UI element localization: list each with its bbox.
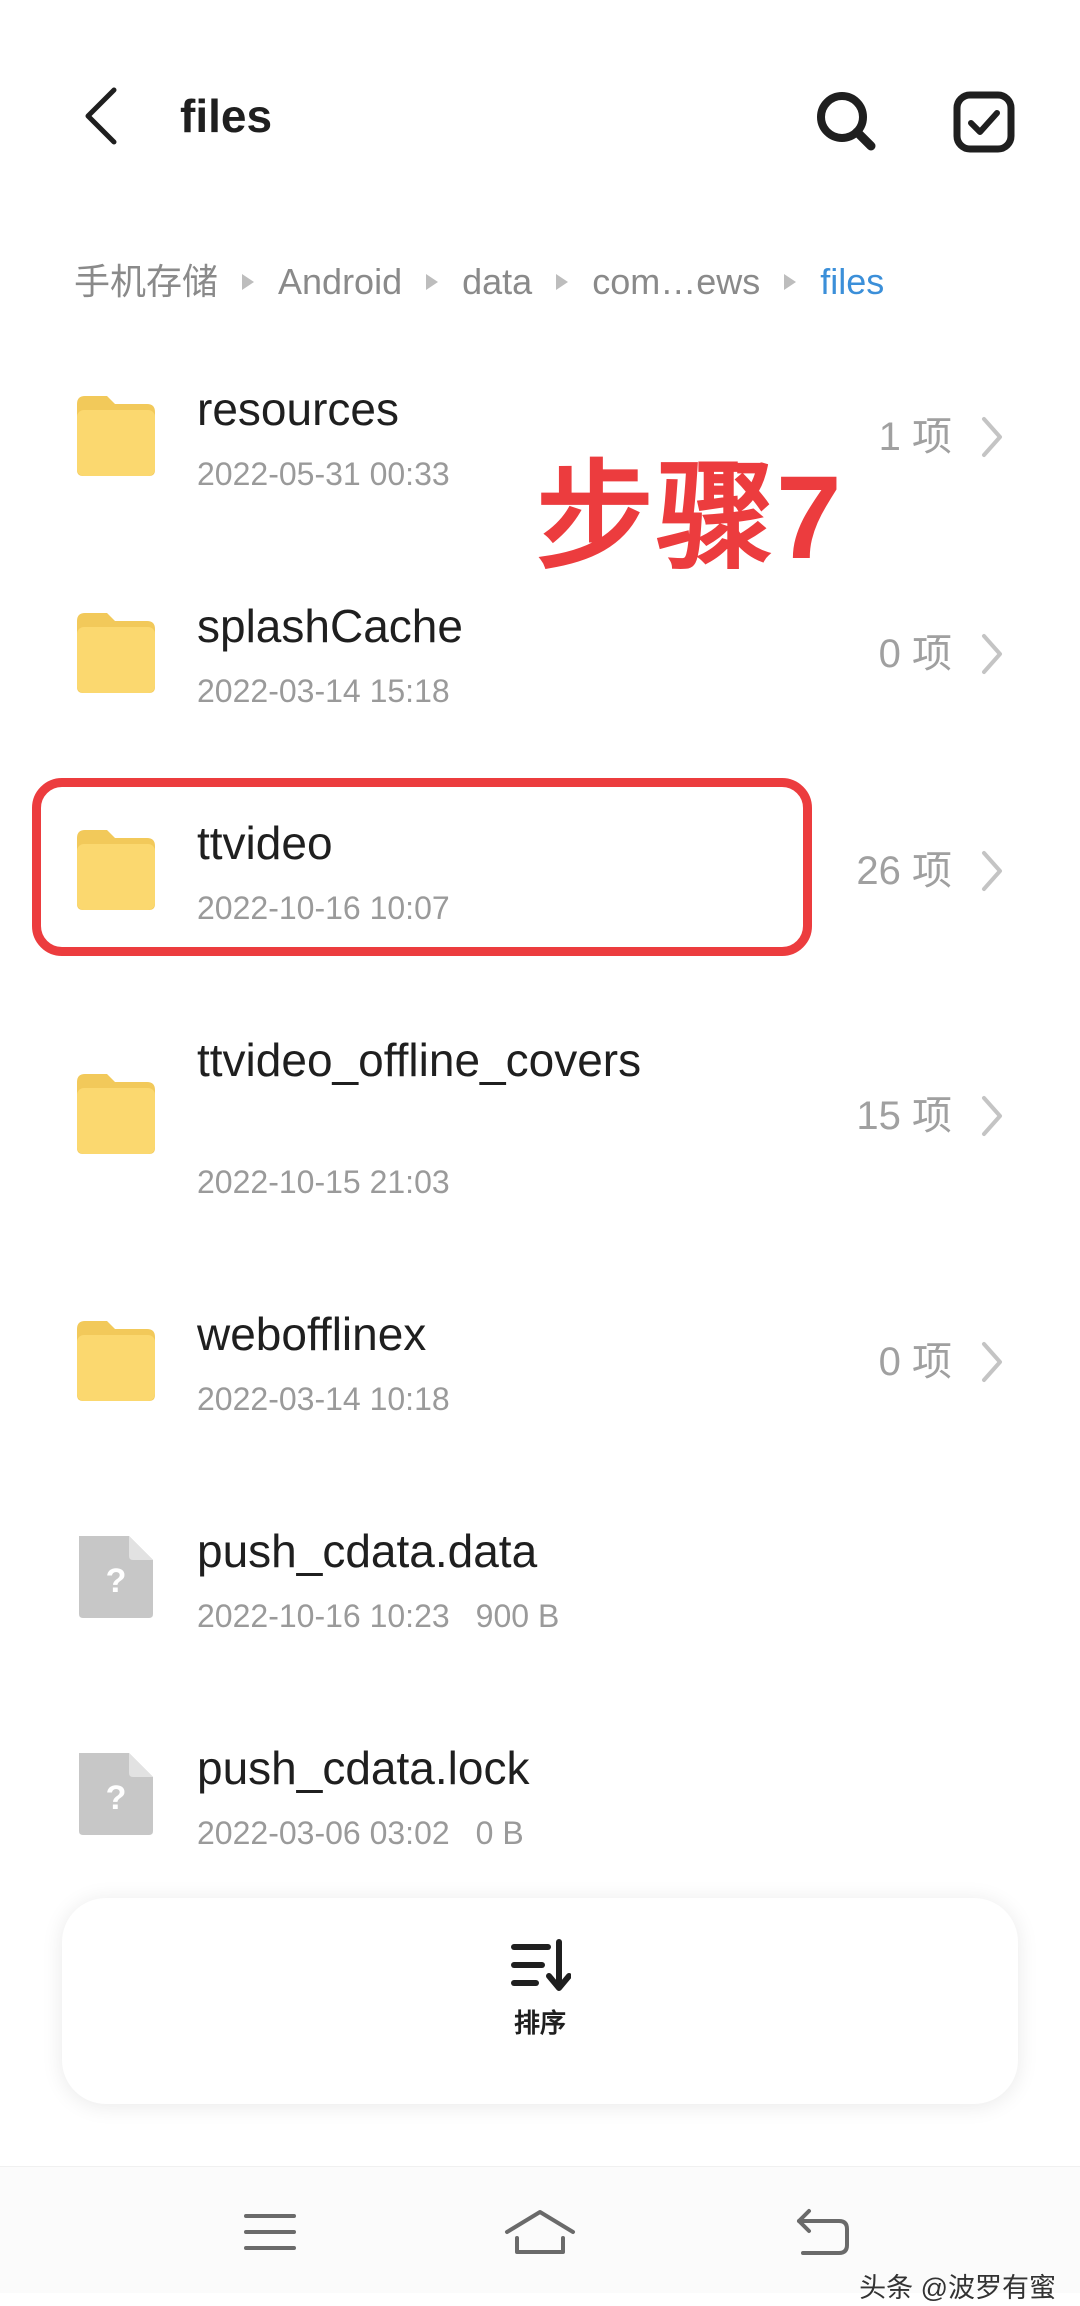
item-date-text: 2022-10-16 10:23 (197, 1598, 450, 1634)
breadcrumb-separator-icon (556, 274, 569, 290)
menu-icon (244, 2214, 296, 2250)
chevron-right-icon (982, 417, 1002, 457)
item-size: 0 B (475, 1815, 524, 1851)
list-item-folder[interactable]: ttvideo_offline_covers 2022-10-15 21:03 … (0, 1006, 1080, 1280)
back-icon (797, 2209, 849, 2255)
sort-icon (511, 1939, 571, 1991)
app-header: files (0, 0, 1080, 235)
search-button[interactable] (805, 80, 885, 160)
sort-button[interactable]: 排序 (480, 1938, 600, 2068)
watermark-text: 头条 @波罗有蜜 (859, 2273, 1056, 2303)
item-count: 26 项 (856, 849, 952, 893)
chevron-right-icon (982, 634, 1002, 674)
folder-icon (77, 1321, 155, 1401)
item-name: resources (197, 383, 399, 435)
back-button[interactable] (60, 70, 140, 162)
item-date-text: 2022-03-14 15:18 (197, 673, 450, 709)
item-meta: 2022-03-06 03:02 0 B (197, 1812, 524, 1854)
item-count: 1 项 (878, 415, 952, 459)
item-date-text: 2022-03-06 03:02 (197, 1815, 450, 1851)
item-name: ttvideo (197, 817, 333, 869)
folder-icon (77, 613, 155, 693)
breadcrumb-separator-icon (426, 274, 439, 290)
search-icon (817, 92, 876, 151)
item-name: ttvideo_offline_covers (197, 1034, 642, 1086)
unknown-file-icon: ? (79, 1753, 153, 1835)
chevron-right-icon (982, 851, 1002, 891)
file-list: resources 2022-05-31 00:33 1 项 splashCac… (0, 355, 1080, 1931)
item-name: webofflinex (197, 1308, 427, 1360)
breadcrumb-item-storage[interactable]: 手机存储 (74, 258, 218, 306)
item-date-text: 2022-05-31 00:33 (197, 456, 450, 492)
chevron-right-icon (982, 1342, 1002, 1382)
folder-icon (77, 830, 155, 910)
item-count: 15 项 (856, 1094, 952, 1138)
item-date: 2022-05-31 00:33 (197, 453, 450, 495)
list-item-folder[interactable]: webofflinex 2022-03-14 10:18 0 项 (0, 1280, 1080, 1497)
item-count: 0 项 (878, 632, 952, 676)
item-date: 2022-03-14 10:18 (197, 1378, 450, 1420)
item-date: 2022-10-15 21:03 (197, 1161, 450, 1203)
folder-icon (77, 396, 155, 476)
breadcrumb-item-current[interactable]: files (820, 258, 884, 306)
item-date-text: 2022-03-14 10:18 (197, 1381, 450, 1417)
nav-menu-button[interactable] (225, 2187, 315, 2277)
svg-text:?: ? (106, 1562, 127, 1600)
unknown-file-icon: ? (79, 1536, 153, 1618)
step-annotation-label: 步骤7 (536, 452, 844, 584)
item-name: splashCache (197, 600, 463, 652)
list-item-file[interactable]: ? push_cdata.data 2022-10-16 10:23 900 B (0, 1497, 1080, 1714)
item-meta: 2022-10-16 10:23 900 B (197, 1595, 559, 1637)
home-icon (505, 2210, 575, 2254)
item-count: 0 项 (878, 1340, 952, 1384)
folder-icon (77, 1074, 155, 1154)
nav-home-button[interactable] (495, 2187, 585, 2277)
svg-text:?: ? (106, 1779, 127, 1817)
page-title: files (180, 90, 273, 142)
item-date: 2022-03-14 15:18 (197, 670, 450, 712)
chevron-right-icon (982, 1096, 1002, 1136)
item-name: push_cdata.lock (197, 1742, 530, 1794)
breadcrumb-separator-icon (784, 274, 797, 290)
item-name: push_cdata.data (197, 1525, 538, 1577)
chevron-left-icon (85, 87, 117, 145)
breadcrumb: 手机存储 Android data com…ews files (74, 258, 884, 306)
breadcrumb-item-android[interactable]: Android (278, 258, 402, 306)
sort-label: 排序 (513, 2008, 566, 2038)
item-size: 900 B (475, 1598, 560, 1634)
bottom-toolbar: 排序 (62, 1898, 1018, 2104)
list-item-folder[interactable]: ttvideo 2022-10-16 10:07 26 项 (0, 789, 1080, 1006)
breadcrumb-item-package[interactable]: com…ews (592, 258, 760, 306)
list-item-folder[interactable]: splashCache 2022-03-14 15:18 0 项 (0, 572, 1080, 789)
item-date-text: 2022-10-15 21:03 (197, 1164, 450, 1200)
breadcrumb-item-data[interactable]: data (462, 258, 532, 306)
nav-back-button[interactable] (778, 2187, 868, 2277)
multi-select-button[interactable] (942, 80, 1026, 164)
checkbox-icon (953, 91, 1015, 153)
item-date: 2022-10-16 10:07 (197, 887, 450, 929)
breadcrumb-separator-icon (242, 274, 255, 290)
item-date-text: 2022-10-16 10:07 (197, 890, 450, 926)
